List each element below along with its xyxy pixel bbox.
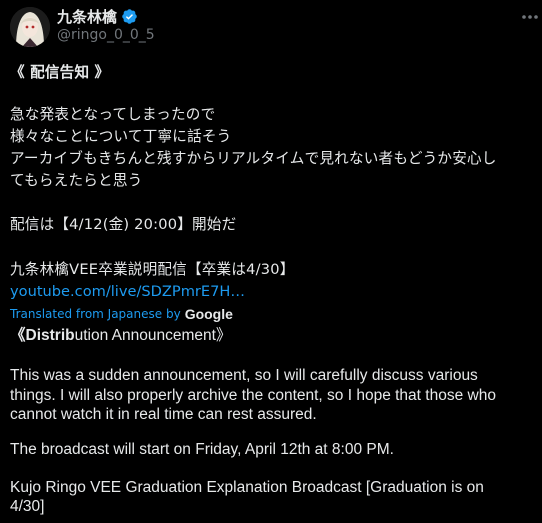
google-logo: Google bbox=[184, 306, 233, 322]
author-name[interactable]: 九条林檎 bbox=[57, 6, 117, 27]
avatar[interactable] bbox=[10, 7, 50, 47]
translated-line: This was a sudden announcement, so I wil… bbox=[10, 367, 478, 384]
translated-header-bold: 《Distrib bbox=[10, 327, 75, 344]
translated-line: things. I will also properly archive the… bbox=[10, 387, 496, 404]
stream-link[interactable]: youtube.com/live/SDZPmrE7H… bbox=[10, 281, 245, 303]
tweet-header: 《 配信告知 》 bbox=[10, 64, 110, 81]
translated-line: The broadcast will start on Friday, Apri… bbox=[10, 441, 394, 458]
tweet-line: 様々なことについて丁寧に話そう bbox=[10, 128, 232, 145]
translated-line: 4/30] bbox=[10, 498, 45, 515]
translated-header: 《Distribution Announcement》 bbox=[10, 326, 231, 346]
more-button[interactable] bbox=[519, 8, 541, 26]
translation-label-text: Translated from Japanese by bbox=[10, 307, 181, 321]
translated-line: Kujo Ringo VEE Graduation Explanation Br… bbox=[10, 479, 484, 496]
translation-label[interactable]: Translated from Japanese by Google bbox=[10, 306, 233, 322]
translated-header-rest: ution Announcement》 bbox=[74, 327, 232, 344]
translated-line: cannot watch it in real time can rest as… bbox=[10, 406, 317, 423]
tweet-line: アーカイブもきちんと残すからリアルタイムで見れない者もどうか安心し bbox=[10, 150, 497, 167]
more-horizontal-icon bbox=[522, 15, 538, 19]
verified-badge-icon bbox=[122, 9, 137, 24]
tweet-schedule: 配信は【4/12(金) 20:00】開始だ bbox=[10, 216, 237, 233]
author-name-row[interactable]: 九条林檎 bbox=[57, 6, 138, 27]
tweet-line: てもらえたらと思う bbox=[10, 172, 143, 189]
tweet-stream-title: 九条林檎VEE卒業説明配信【卒業は4/30】 bbox=[10, 261, 295, 278]
tweet-line: 急な発表となってしまったので bbox=[10, 106, 216, 123]
author-handle[interactable]: @ringo_0_0_5 bbox=[57, 27, 155, 43]
avatar-image bbox=[10, 7, 50, 47]
